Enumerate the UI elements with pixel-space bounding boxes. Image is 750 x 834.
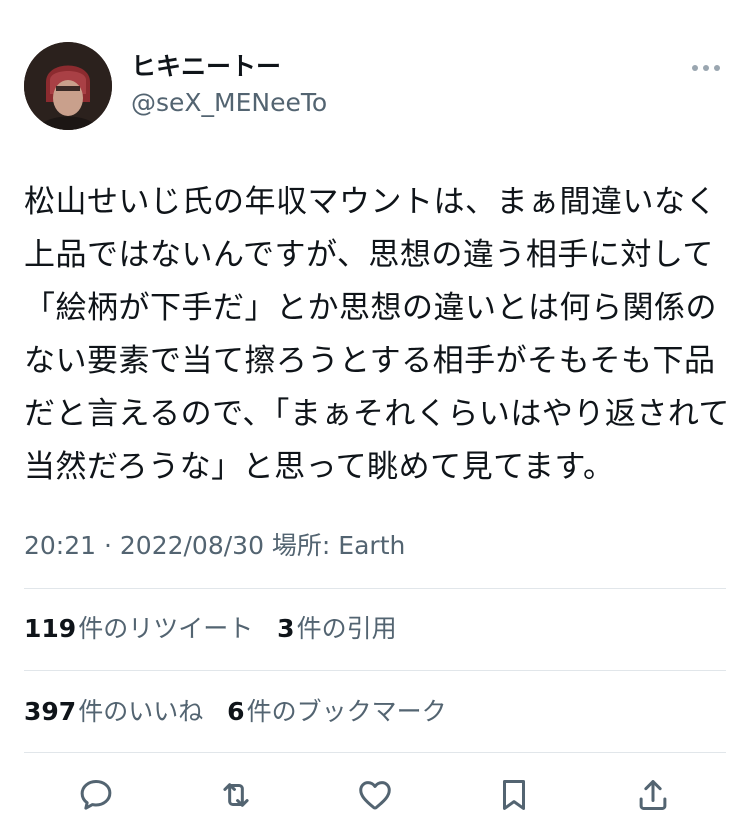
like-count-stat[interactable]: 397件のいいね xyxy=(24,694,203,730)
retweet-button[interactable] xyxy=(214,770,258,820)
reply-icon xyxy=(80,780,112,810)
tweet-text: 松山せいじ氏の年収マウントは、まぁ間違いなく上品ではないんですが、思想の違う相手… xyxy=(24,184,730,485)
quote-count: 3 xyxy=(277,614,295,643)
divider xyxy=(24,588,726,589)
bookmark-icon xyxy=(502,780,526,810)
bookmark-count-label: 件のブックマーク xyxy=(246,697,447,726)
tweet-timestamp-location[interactable]: 20:21 · 2022/08/30 場所: Earth xyxy=(24,528,405,564)
share-icon xyxy=(639,780,667,810)
bookmark-button[interactable] xyxy=(492,770,536,820)
more-options-button[interactable] xyxy=(688,56,724,80)
tweet-detail: ヒキニートー @seX_MENeeTo 松山せいじ氏の年収マウントは、まぁ間違い… xyxy=(0,0,750,834)
share-button[interactable] xyxy=(631,770,675,820)
like-count-label: 件のいいね xyxy=(78,697,204,726)
quote-count-label: 件の引用 xyxy=(296,614,397,643)
bookmark-count-stat[interactable]: 6件のブックマーク xyxy=(227,694,446,730)
avatar[interactable] xyxy=(24,42,112,130)
more-dots-icon xyxy=(692,65,720,71)
like-icon xyxy=(359,781,391,810)
stats-row-shares: 119件のリツイート 3件の引用 xyxy=(24,611,413,647)
tweet-actions xyxy=(24,770,726,824)
like-button[interactable] xyxy=(353,770,397,820)
quote-count-stat[interactable]: 3件の引用 xyxy=(277,611,396,647)
retweet-icon xyxy=(223,783,249,807)
retweet-count-label: 件のリツイート xyxy=(78,614,254,643)
handle[interactable]: @seX_MENeeTo xyxy=(131,86,327,120)
retweet-count-stat[interactable]: 119件のリツイート xyxy=(24,611,253,647)
divider xyxy=(24,752,726,753)
display-name[interactable]: ヒキニートー xyxy=(131,50,327,84)
divider xyxy=(24,670,726,671)
stats-row-reactions: 397件のいいね 6件のブックマーク xyxy=(24,694,463,730)
bookmark-count: 6 xyxy=(227,697,245,726)
tweet-header: ヒキニートー @seX_MENeeTo xyxy=(24,42,724,132)
like-count: 397 xyxy=(24,697,77,726)
avatar-icon xyxy=(24,42,112,130)
reply-button[interactable] xyxy=(74,770,118,820)
author-names: ヒキニートー @seX_MENeeTo xyxy=(131,50,327,120)
retweet-count: 119 xyxy=(24,614,77,643)
